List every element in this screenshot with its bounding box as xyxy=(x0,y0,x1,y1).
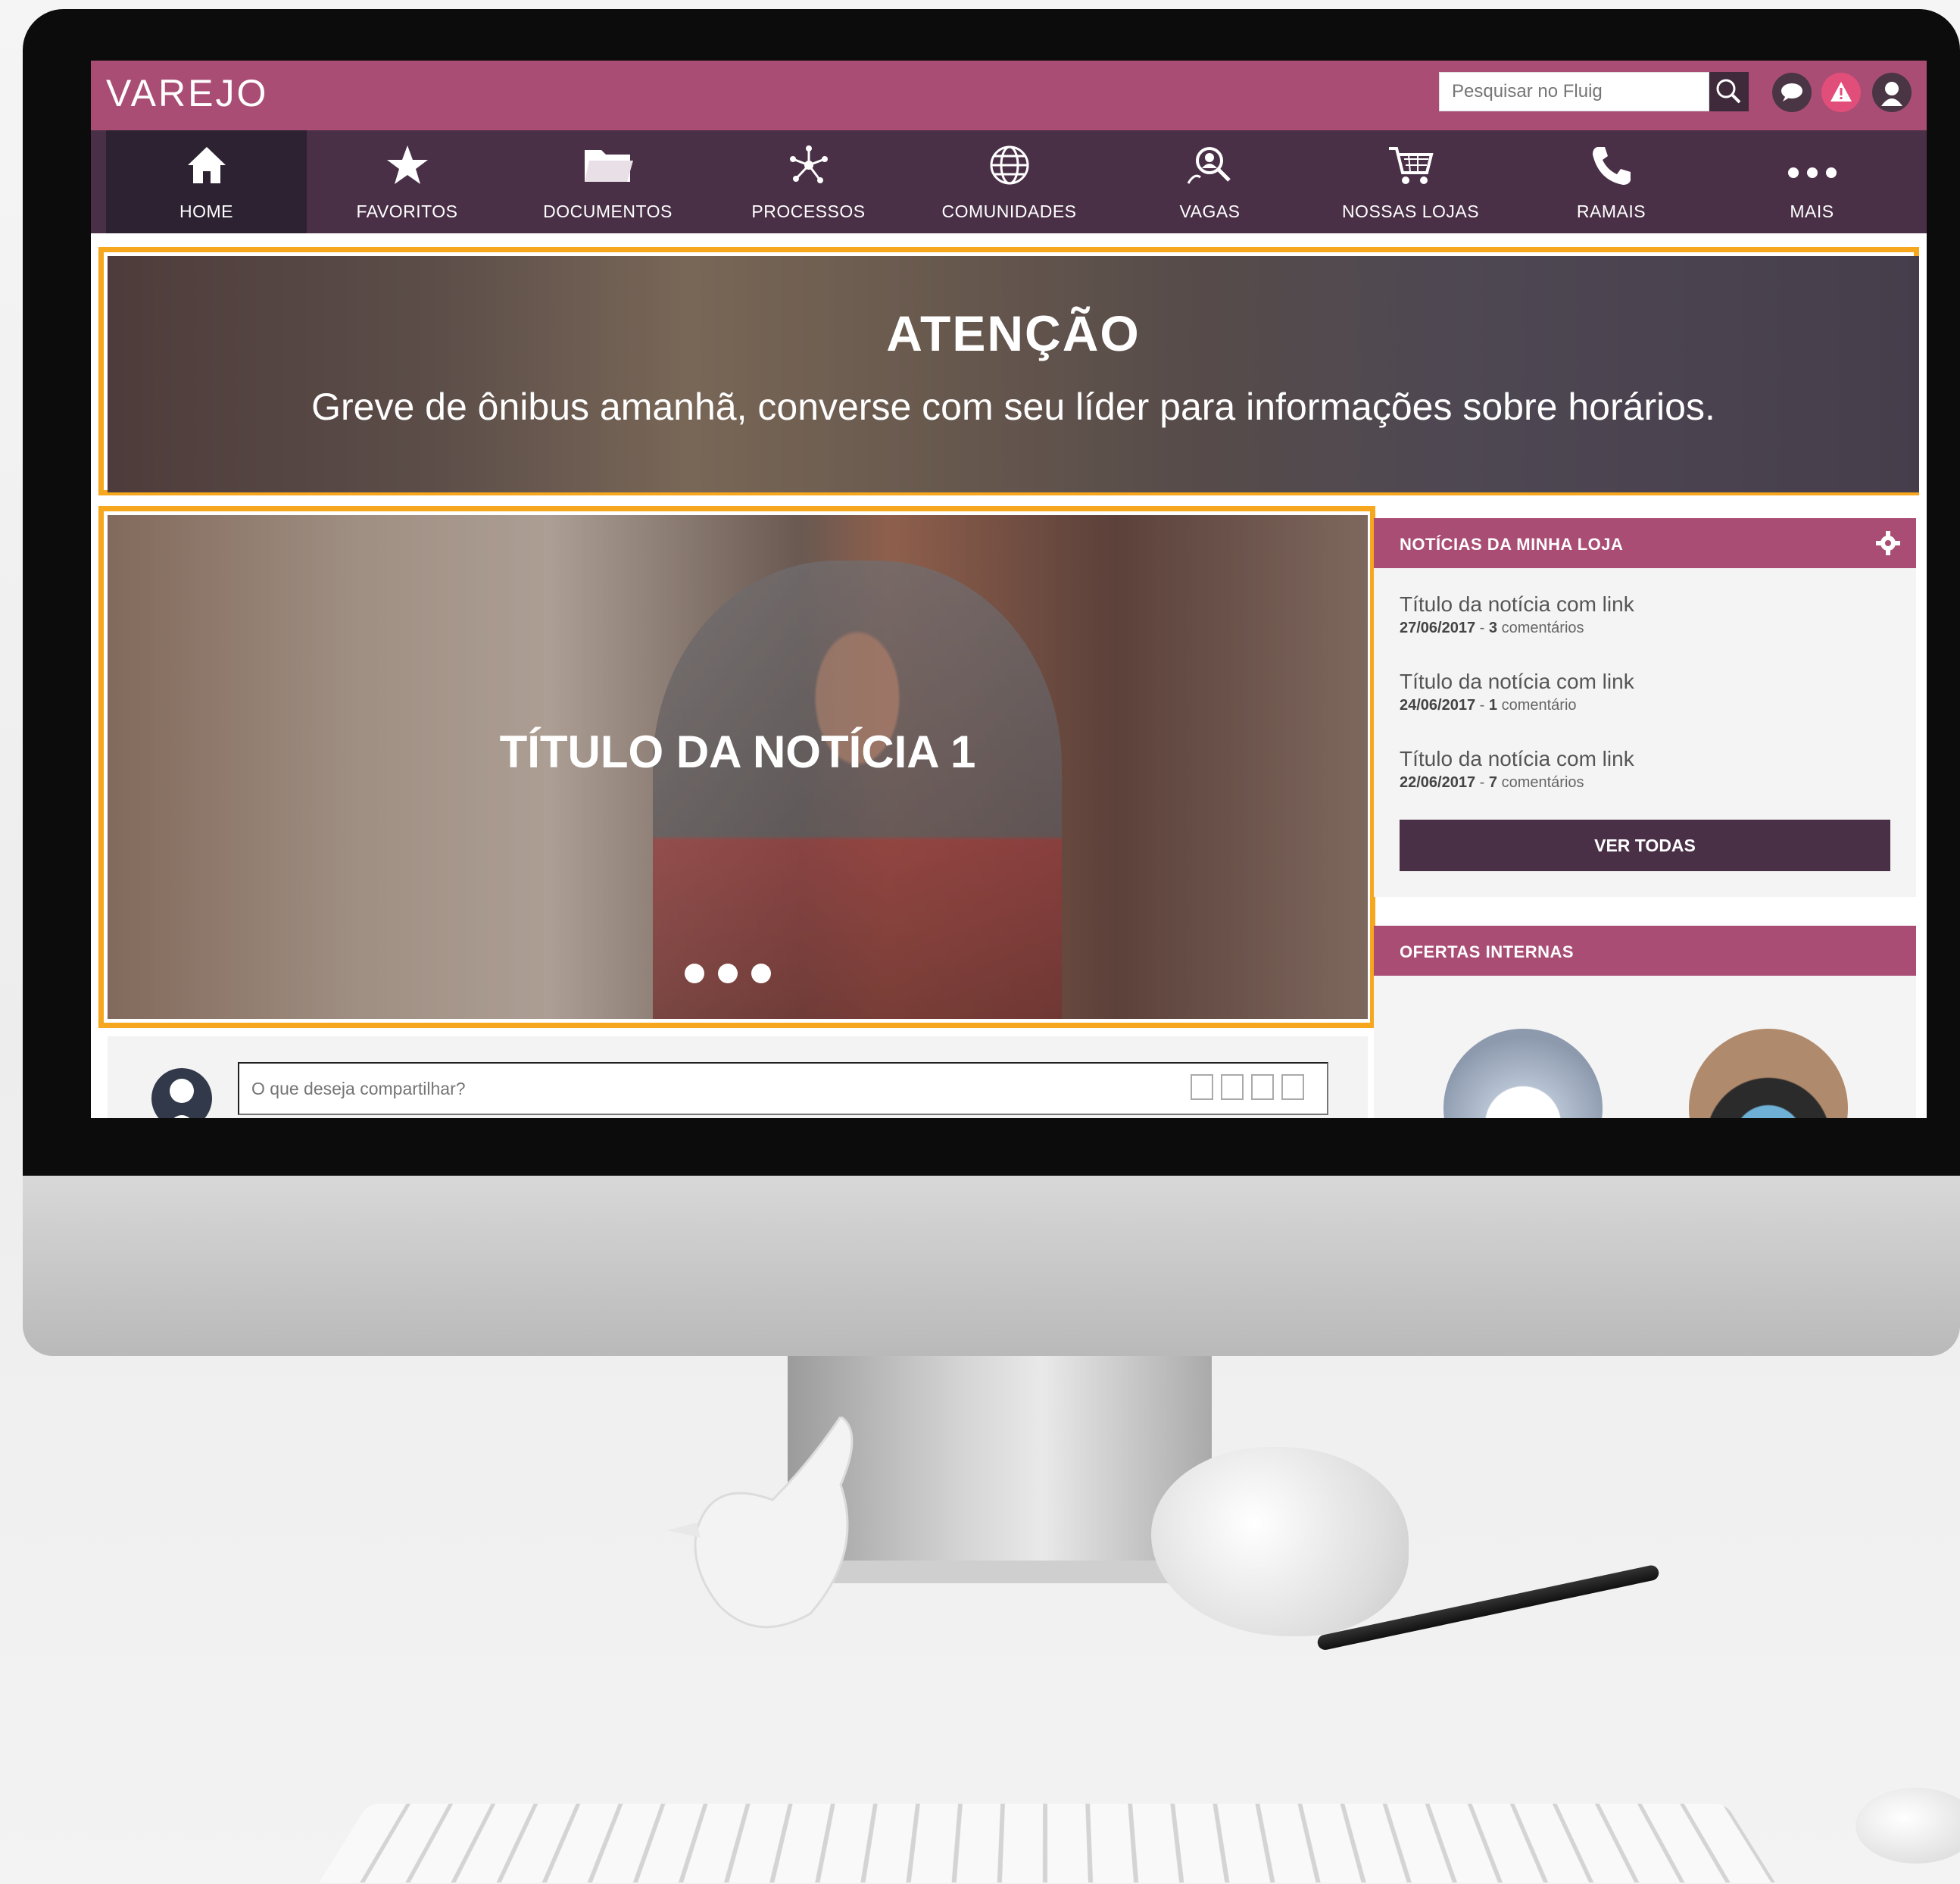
news-comment-label: comentários xyxy=(1501,774,1584,791)
nav-item-mais[interactable]: MAIS xyxy=(1712,130,1912,233)
ver-todas-button[interactable]: VER TODAS xyxy=(1400,820,1890,871)
banner-overlay xyxy=(108,256,1919,492)
document-upload-icon[interactable] xyxy=(1251,1074,1274,1100)
offers-panel-title: OFERTAS INTERNAS xyxy=(1400,942,1575,961)
search-icon xyxy=(1716,79,1741,104)
news-slider[interactable]: TÍTULO DA NOTÍCIA 1 xyxy=(108,515,1368,1019)
nav-item-nossas-lojas[interactable]: NOSSAS LOJAS xyxy=(1310,130,1511,233)
nav-item-documentos[interactable]: DOCUMENTOS xyxy=(507,130,708,233)
slider-dot-1[interactable] xyxy=(685,964,704,983)
post-composer xyxy=(108,1036,1368,1118)
news-meta: 27/06/2017 - 3 comentários xyxy=(1400,620,1584,636)
news-item[interactable]: Título da notícia com link 22/06/2017 - … xyxy=(1400,747,1634,792)
people-search-icon xyxy=(1187,147,1231,184)
news-panel: NOTÍCIAS DA MINHA LOJA Título da notícia… xyxy=(1374,518,1916,897)
phone-icon xyxy=(1592,147,1631,185)
globe-icon xyxy=(990,145,1028,185)
news-title-link[interactable]: Título da notícia com link xyxy=(1400,592,1634,617)
alert-icon[interactable] xyxy=(1821,73,1861,112)
news-meta: 24/06/2017 - 1 comentário xyxy=(1400,697,1577,714)
monitor-chin xyxy=(23,1176,1960,1356)
nav-label: RAMAIS xyxy=(1576,202,1646,221)
search-button[interactable] xyxy=(1709,72,1749,111)
image-upload-icon[interactable] xyxy=(1191,1074,1213,1100)
nav-label: PROCESSOS xyxy=(751,202,866,221)
news-title-link[interactable]: Título da notícia com link xyxy=(1400,747,1634,771)
top-bar: VAREJO xyxy=(91,61,1927,130)
main-nav: HOME FAVORITOS DOCUMENTOS PROCESSOS COMU… xyxy=(91,130,1927,233)
announcement-banner[interactable]: ATENÇÃO Greve de ônibus amanhã, converse… xyxy=(108,256,1919,492)
nav-label: NOSSAS LOJAS xyxy=(1341,202,1480,221)
offer-image-sneakers[interactable] xyxy=(1443,1029,1603,1118)
nav-label: MAIS xyxy=(1790,202,1834,221)
nav-label: HOME xyxy=(179,202,233,221)
nav-label: FAVORITOS xyxy=(356,202,458,221)
news-item[interactable]: Título da notícia com link 27/06/2017 - … xyxy=(1400,592,1634,637)
news-panel-title: NOTÍCIAS DA MINHA LOJA xyxy=(1400,535,1624,554)
nav-item-favoritos[interactable]: FAVORITOS xyxy=(307,130,507,233)
user-avatar-icon[interactable] xyxy=(1872,73,1912,112)
nav-item-ramais[interactable]: RAMAIS xyxy=(1511,130,1712,233)
news-date: 22/06/2017 xyxy=(1400,774,1476,791)
banner-title: ATENÇÃO xyxy=(886,305,1141,361)
news-comment-count: 1 xyxy=(1488,697,1498,714)
offer-image-outfit[interactable] xyxy=(1689,1029,1848,1118)
banner-text: Greve de ônibus amanhã, converse com seu… xyxy=(311,386,1715,428)
network-icon xyxy=(789,145,828,183)
news-panel-header: NOTÍCIAS DA MINHA LOJA xyxy=(1374,518,1916,568)
news-comment-count: 3 xyxy=(1488,620,1498,636)
nav-item-home[interactable]: HOME xyxy=(106,130,307,233)
keyboard xyxy=(319,1803,1775,1882)
offers-panel: OFERTAS INTERNAS xyxy=(1374,926,1916,1118)
video-upload-icon[interactable] xyxy=(1221,1074,1244,1100)
chat-icon[interactable] xyxy=(1772,73,1812,112)
nav-item-comunidades[interactable]: COMUNIDADES xyxy=(909,130,1110,233)
home-icon xyxy=(187,147,226,183)
cart-icon xyxy=(1388,147,1434,184)
share-input[interactable] xyxy=(238,1062,1328,1115)
search-input[interactable] xyxy=(1439,72,1709,111)
slider-dot-3[interactable] xyxy=(751,964,771,983)
offers-panel-header: OFERTAS INTERNAS xyxy=(1374,926,1916,976)
folder-icon xyxy=(584,150,633,182)
news-comment-label: comentários xyxy=(1501,620,1584,636)
news-meta: 22/06/2017 - 7 comentários xyxy=(1400,774,1584,791)
nav-item-vagas[interactable]: VAGAS xyxy=(1110,130,1310,233)
nav-label: COMUNIDADES xyxy=(941,202,1077,221)
nav-label: VAGAS xyxy=(1179,202,1241,221)
gear-icon[interactable] xyxy=(1875,530,1901,556)
slider-dot-2[interactable] xyxy=(718,964,738,983)
news-comment-label: comentário xyxy=(1501,697,1577,714)
bird-figurine xyxy=(666,1417,854,1629)
news-comment-count: 7 xyxy=(1488,774,1498,791)
news-item[interactable]: Título da notícia com link 24/06/2017 - … xyxy=(1400,670,1634,714)
star-icon xyxy=(386,145,428,184)
news-date: 27/06/2017 xyxy=(1400,620,1476,636)
nav-item-processos[interactable]: PROCESSOS xyxy=(708,130,909,233)
screen: VAREJO HOME FAVORITOS DOCUME xyxy=(91,61,1927,1118)
nav-label: DOCUMENTOS xyxy=(543,202,673,221)
brand-logo[interactable]: VAREJO xyxy=(106,71,268,115)
news-title-link[interactable]: Título da notícia com link xyxy=(1400,670,1634,694)
news-date: 24/06/2017 xyxy=(1400,697,1476,714)
form-upload-icon[interactable] xyxy=(1281,1074,1304,1100)
avatar xyxy=(151,1068,212,1118)
more-icon xyxy=(1787,167,1837,178)
slider-title: TÍTULO DA NOTÍCIA 1 xyxy=(499,726,976,777)
